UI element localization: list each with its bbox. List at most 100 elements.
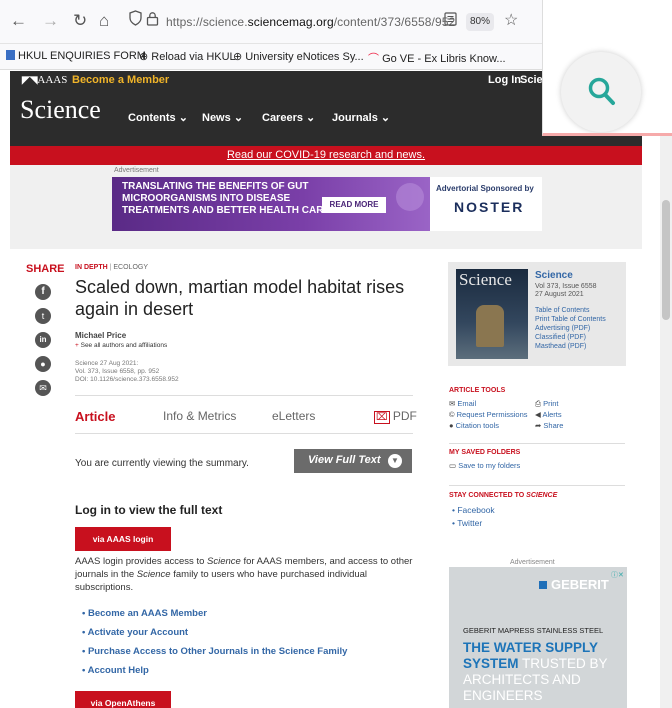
link-advertising[interactable]: Advertising (PDF) — [535, 324, 606, 333]
tool-label: Citation tools — [455, 421, 499, 430]
twitter-icon[interactable]: t — [35, 308, 51, 324]
link-masthead[interactable]: Masthead (PDF) — [535, 342, 606, 351]
option-account-help[interactable]: • Account Help — [82, 661, 347, 680]
option-purchase-access[interactable]: • Purchase Access to Other Journals in t… — [82, 642, 347, 661]
zoom-level[interactable]: 80% — [466, 13, 494, 31]
cover-figure — [476, 305, 504, 347]
nav-careers[interactable]: Careers ⌄ — [262, 111, 315, 124]
ad-choices-icon[interactable]: ⓘ✕ — [611, 570, 625, 580]
search-icon[interactable] — [587, 76, 617, 108]
ex-libris-icon: ⌒ — [368, 53, 383, 65]
facebook-link[interactable]: • Facebook — [452, 504, 495, 517]
social-links: • Facebook • Twitter — [452, 504, 495, 530]
nav-journals[interactable]: Journals ⌄ — [332, 111, 390, 124]
globe-icon: ⊕ — [233, 51, 246, 63]
tool-alerts[interactable]: ◀ Alerts — [535, 409, 562, 420]
sidebar-ad-label: Advertisement — [510, 559, 555, 566]
chevron-down-icon: ⌄ — [233, 112, 244, 124]
ad-read-more-button[interactable]: READ MORE — [322, 197, 386, 213]
option-activate-account[interactable]: • Activate your Account — [82, 623, 347, 642]
affiliations-link[interactable]: + See all authors and affiliations — [75, 342, 167, 349]
section-label[interactable]: IN DEPTH — [75, 264, 108, 271]
citation-doi: DOI: 10.1126/science.373.6558.952 — [75, 376, 179, 383]
become-member-link[interactable]: Become a Member — [72, 74, 169, 86]
covid-banner[interactable]: Read our COVID-19 research and news. — [10, 146, 642, 165]
aaas-logo[interactable]: ◤◥AAAS — [22, 74, 67, 86]
category-label[interactable]: ECOLOGY — [113, 264, 148, 271]
plus-icon: + — [75, 342, 79, 349]
tool-permissions[interactable]: © Request Permissions — [449, 409, 528, 420]
link-toc[interactable]: Table of Contents — [535, 306, 606, 315]
desc-part: AAAS login provides access to — [75, 556, 208, 567]
email-share-icon[interactable]: ✉ — [35, 380, 51, 396]
lock-icon[interactable] — [146, 10, 159, 32]
tool-label: Alerts — [542, 410, 562, 419]
link-classified[interactable]: Classified (PDF) — [535, 333, 606, 342]
divider — [449, 485, 625, 486]
url-field[interactable]: https://science.sciencemag.org/content/3… — [166, 9, 511, 35]
home-icon[interactable]: ⌂ — [99, 10, 109, 32]
web-page: ◤◥AAAS Become a Member Log In Scien Scie… — [0, 71, 660, 708]
linkedin-icon[interactable]: in — [35, 332, 51, 348]
citation-date: Science 27 Aug 2021: — [75, 360, 139, 367]
desc-em: Science — [207, 556, 241, 567]
forward-icon[interactable]: → — [42, 10, 59, 32]
reader-view-icon[interactable] — [444, 10, 457, 32]
science-logo[interactable]: Science — [20, 95, 101, 125]
gut-ad-banner[interactable]: TRANSLATING THE BENEFITS OF GUT MICROORG… — [112, 177, 430, 231]
author-name[interactable]: Michael Price — [75, 331, 126, 340]
scrollbar-thumb[interactable] — [662, 200, 670, 320]
citation-icon: ● — [449, 421, 454, 430]
saved-folders-heading: MY SAVED FOLDERS — [449, 449, 521, 456]
tab-article[interactable]: Article — [75, 409, 115, 424]
tool-share[interactable]: ➦ Share — [535, 420, 563, 431]
twitter-link[interactable]: • Twitter — [452, 517, 495, 530]
tab-pdf[interactable]: ⌧ PDF — [374, 409, 417, 424]
aaas-login-label: via AAAS login — [92, 534, 154, 544]
bookmark-hkul-enquiries[interactable]: HKUL ENQUIRIES FORM — [6, 50, 146, 62]
issue-cover-image[interactable]: Science — [456, 269, 528, 359]
tool-email[interactable]: ✉ Email — [449, 398, 476, 409]
sponsor-box[interactable]: Advertorial Sponsored by NOSTER — [430, 177, 542, 231]
facebook-icon[interactable]: f — [35, 284, 51, 300]
noster-logo: NOSTER — [454, 199, 525, 215]
back-icon[interactable]: ← — [10, 10, 27, 32]
aaas-mark-icon: ◤◥ — [22, 75, 38, 86]
summary-note: You are currently viewing the summary. — [75, 458, 249, 469]
geberit-line-5: ENGINEERS — [463, 688, 543, 703]
tool-print[interactable]: ⎙ Print — [535, 398, 559, 409]
copyright-icon: © — [449, 410, 455, 419]
bookmark-go-ve[interactable]: ⌒ Go VE - Ex Libris Know... — [368, 50, 506, 66]
title-line-2: again in desert — [75, 299, 194, 319]
chevron-down-icon: ⌄ — [380, 112, 391, 124]
aaas-login-button[interactable]: via AAAS login — [75, 527, 171, 551]
tab-eletters[interactable]: eLetters — [272, 409, 315, 423]
view-full-text-button[interactable]: View Full Text ▼ — [294, 449, 412, 473]
option-label: Purchase Access to Other Journals in the… — [87, 646, 348, 657]
nav-contents[interactable]: Contents ⌄ — [128, 111, 188, 124]
openathens-label: via OpenAthens — [90, 698, 156, 708]
nav-news[interactable]: News ⌄ — [202, 111, 243, 124]
covid-link[interactable]: Read our COVID-19 research and news. — [227, 149, 425, 161]
sponsor-label: Advertorial Sponsored by — [436, 184, 534, 193]
tool-citation[interactable]: ● Citation tools — [449, 420, 499, 431]
login-link[interactable]: Log In — [488, 74, 521, 86]
tracking-shield-icon[interactable] — [129, 10, 142, 33]
reload-icon[interactable]: ↻ — [73, 10, 87, 32]
option-label: Activate your Account — [87, 627, 189, 638]
geberit-ad[interactable]: ⓘ✕ GEBERIT GEBERIT MAPRESS STAINLESS STE… — [449, 567, 627, 708]
chevron-down-icon: ⌄ — [178, 112, 188, 124]
bookmark-university-enotices[interactable]: ⊕ University eNotices Sy... — [233, 50, 364, 63]
option-become-member[interactable]: • Become an AAAS Member — [82, 604, 347, 623]
save-to-folders-link[interactable]: ▭ Save to my folders — [449, 461, 520, 470]
bookmark-reload-hkul[interactable]: ⊕ Reload via HKUL — [139, 50, 236, 63]
reddit-icon[interactable]: ● — [35, 356, 51, 372]
option-label: Account Help — [87, 665, 149, 676]
bookmark-star-icon[interactable]: ☆ — [504, 10, 518, 32]
page-scrollbar[interactable] — [660, 71, 672, 708]
connected-label: STAY CONNECTED TO — [449, 492, 527, 499]
issue-journal[interactable]: Science — [535, 270, 573, 281]
link-print-toc[interactable]: Print Table of Contents — [535, 315, 606, 324]
openathens-button[interactable]: via OpenAthens — [75, 691, 171, 708]
tab-info-metrics[interactable]: Info & Metrics — [163, 409, 236, 423]
